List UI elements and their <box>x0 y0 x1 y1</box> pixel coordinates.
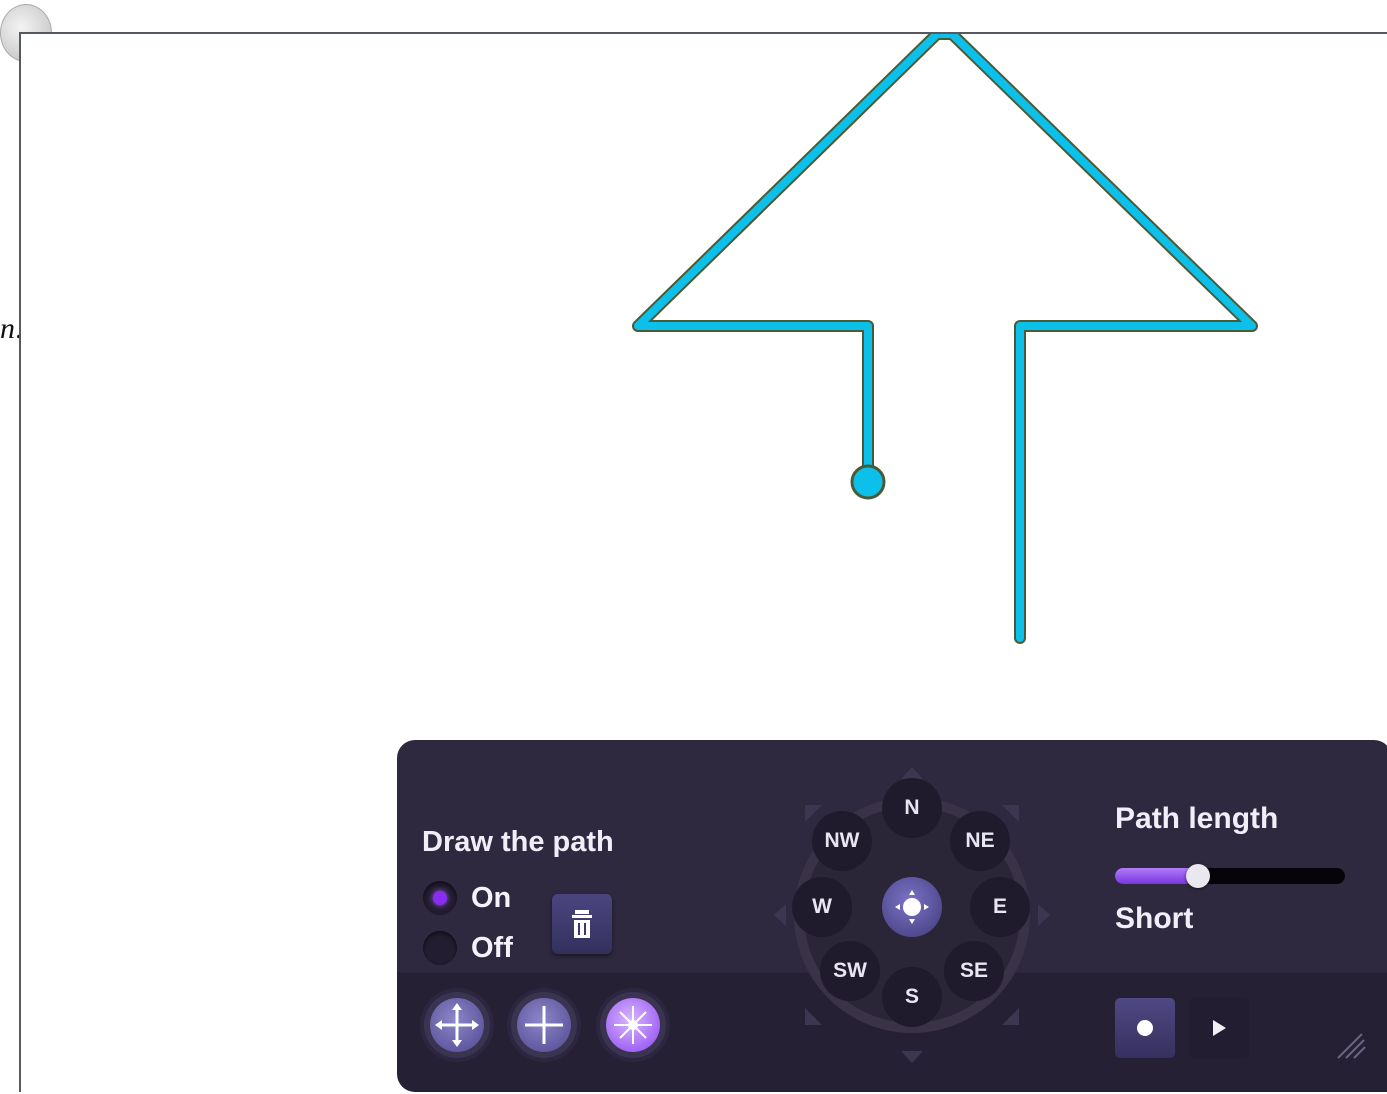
draw-off-radio[interactable]: Off <box>423 931 513 965</box>
sparkle-icon <box>614 1006 652 1044</box>
draw-off-label: Off <box>471 931 513 964</box>
compass-s-button[interactable]: S <box>882 967 942 1027</box>
play-button[interactable] <box>1189 998 1249 1058</box>
clear-path-button[interactable] <box>552 894 612 954</box>
path-length-slider[interactable] <box>1115 864 1345 888</box>
drawn-path <box>634 34 1256 642</box>
compass-ne-button[interactable]: NE <box>950 811 1010 871</box>
record-button[interactable] <box>1115 998 1175 1058</box>
crosshair-tool-button[interactable] <box>511 992 577 1058</box>
draw-path-title: Draw the path <box>422 826 614 858</box>
draw-on-label: On <box>471 881 512 914</box>
move-icon <box>435 1003 479 1047</box>
center-target-icon <box>895 890 929 924</box>
path-length-value: Short <box>1115 902 1194 935</box>
play-icon <box>1213 1020 1226 1036</box>
control-panel: Draw the path On Off N NE E SE S SW W NW… <box>397 740 1387 1092</box>
trash-icon <box>572 910 592 938</box>
direction-compass: N NE E SE S SW W NW <box>772 765 1052 1065</box>
record-icon <box>1137 1020 1153 1036</box>
radio-on-indicator[interactable] <box>423 881 457 915</box>
resize-grip-icon[interactable] <box>1332 1030 1368 1062</box>
path-cursor[interactable] <box>850 464 886 500</box>
compass-n-button[interactable]: N <box>882 778 942 838</box>
compass-e-button[interactable]: E <box>970 877 1030 937</box>
compass-w-button[interactable]: W <box>792 877 852 937</box>
compass-center-button[interactable] <box>882 877 942 937</box>
compass-nw-button[interactable]: NW <box>812 811 872 871</box>
path-outline <box>632 34 1258 644</box>
slider-thumb[interactable] <box>1185 864 1210 888</box>
draw-on-radio[interactable]: On <box>423 881 511 915</box>
radio-off-indicator[interactable] <box>423 931 457 965</box>
path-length-title: Path length <box>1115 802 1279 835</box>
compass-sw-button[interactable]: SW <box>820 941 880 1001</box>
move-tool-button[interactable] <box>424 992 490 1058</box>
compass-se-button[interactable]: SE <box>944 941 1004 1001</box>
sparkle-tool-button[interactable] <box>600 992 666 1058</box>
crosshair-icon <box>525 1006 563 1044</box>
